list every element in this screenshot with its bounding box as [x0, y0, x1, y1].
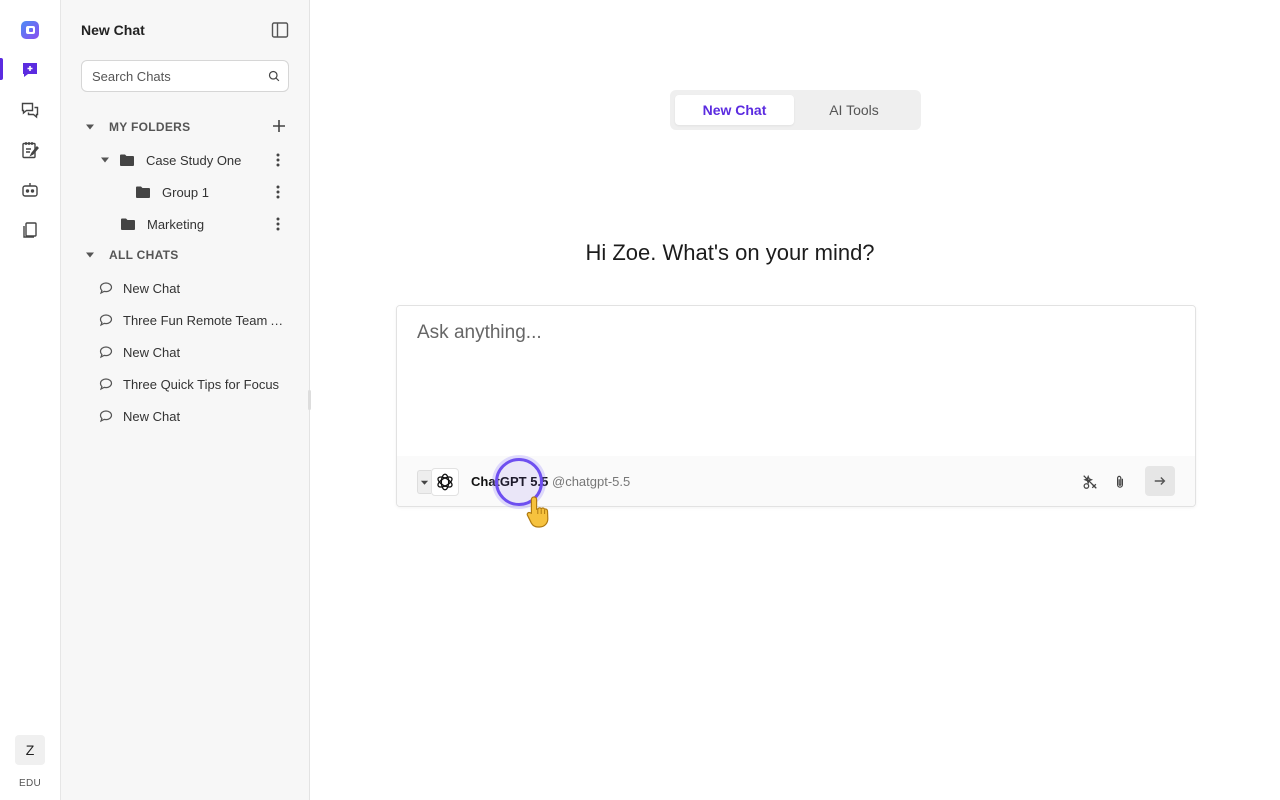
composer-toolbar: ChatGPT 5.5 @chatgpt-5.5 [397, 456, 1195, 506]
caret-down-icon [86, 252, 94, 258]
chat-title: New Chat [123, 344, 181, 360]
avatar-initial: Z [25, 742, 35, 758]
files-rail-icon[interactable] [0, 212, 60, 248]
bot-rail-icon[interactable] [0, 172, 60, 208]
chat-item[interactable]: Three Quick Tips for Focus [99, 372, 309, 396]
folder-options-icon[interactable] [270, 183, 286, 201]
my-folders-header[interactable]: MY FOLDERS [81, 117, 190, 137]
arrow-right-icon [1154, 477, 1166, 485]
mode-tabs: New Chat AI Tools [670, 90, 921, 130]
add-folder-icon[interactable] [270, 117, 288, 135]
folder-label: Group 1 [162, 184, 209, 200]
message-input[interactable] [397, 306, 1195, 456]
plan-label: EDU [18, 778, 41, 789]
search-chats-field[interactable] [81, 60, 289, 92]
folder-marketing[interactable]: Marketing [121, 212, 204, 236]
model-handle: @chatgpt-5.5 [552, 474, 631, 489]
chat-item[interactable]: New Chat [99, 404, 309, 428]
icon-rail: Z EDU [0, 0, 61, 800]
chat-item[interactable]: Three Fun Remote Team Activities [99, 308, 309, 332]
chat-title: Three Fun Remote Team Activities [123, 312, 285, 328]
folder-icon [136, 186, 150, 198]
folder-icon [121, 218, 135, 230]
chat-bubble-icon [99, 346, 113, 359]
folder-label: Marketing [147, 216, 205, 232]
user-avatar[interactable]: Z [15, 735, 45, 765]
folder-case-study-one[interactable]: Case Study One [100, 148, 241, 172]
search-icon[interactable] [268, 68, 280, 84]
openai-logo-icon[interactable] [431, 468, 459, 496]
sidebar-title: New Chat [81, 22, 145, 38]
chat-title: New Chat [123, 408, 181, 424]
caret-down-icon [101, 157, 109, 163]
folder-group-1[interactable]: Group 1 [136, 180, 209, 204]
all-chats-header[interactable]: ALL CHATS [81, 245, 179, 265]
model-name[interactable]: ChatGPT 5.5 [471, 474, 548, 489]
folder-label: Case Study One [146, 152, 242, 168]
folder-icon [120, 154, 134, 166]
send-button[interactable] [1145, 466, 1175, 496]
chat-bubble-icon [99, 282, 113, 295]
chat-item[interactable]: New Chat [99, 340, 309, 364]
disable-tools-icon[interactable] [1077, 469, 1103, 495]
app-logo-icon[interactable] [0, 12, 60, 48]
sidebar-resize-handle[interactable] [308, 390, 311, 410]
chat-sidebar: New Chat MY FOLDERS Case Study One Group… [61, 0, 310, 800]
sidebar-toggle-icon[interactable] [270, 20, 290, 40]
attach-paperclip-icon[interactable] [1107, 469, 1133, 495]
my-folders-label: MY FOLDERS [109, 120, 191, 134]
chat-bubble-icon [99, 314, 113, 327]
chats-rail-icon[interactable] [0, 92, 60, 128]
all-chats-label: ALL CHATS [109, 248, 179, 262]
chat-bubble-icon [99, 378, 113, 391]
caret-down-icon [86, 124, 94, 130]
tab-new-chat[interactable]: New Chat [675, 95, 794, 125]
message-composer: ChatGPT 5.5 @chatgpt-5.5 [396, 305, 1196, 507]
new-chat-rail-icon[interactable] [0, 52, 60, 88]
chat-bubble-icon [99, 410, 113, 423]
folder-options-icon[interactable] [270, 151, 286, 169]
tab-ai-tools[interactable]: AI Tools [794, 95, 914, 125]
greeting-heading: Hi Zoe. What's on your mind? [585, 240, 875, 265]
search-input[interactable] [92, 68, 268, 84]
chat-title: Three Quick Tips for Focus [123, 376, 280, 392]
model-dropdown-caret-icon[interactable] [417, 470, 431, 494]
chat-title: New Chat [123, 280, 181, 296]
folder-options-icon[interactable] [270, 215, 286, 233]
notes-rail-icon[interactable] [0, 132, 60, 168]
chat-item[interactable]: New Chat [99, 276, 309, 300]
